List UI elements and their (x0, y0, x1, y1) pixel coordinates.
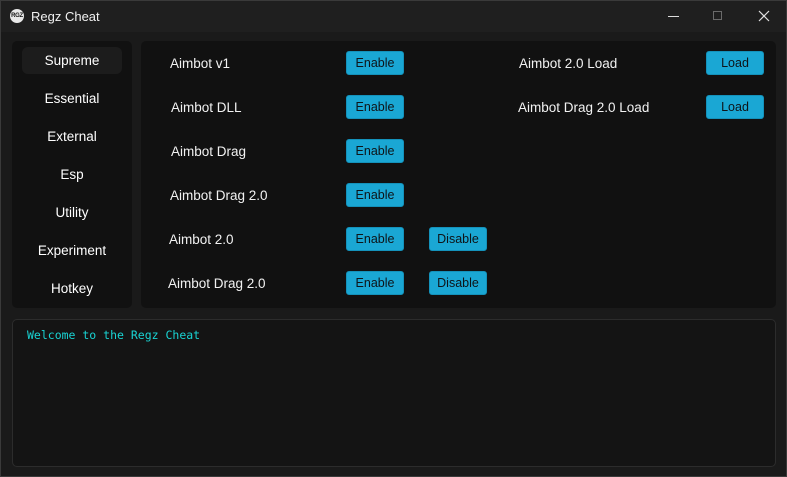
aimbot-drag-enable-button[interactable]: Enable (346, 139, 404, 163)
maximize-icon (713, 11, 722, 20)
minimize-button[interactable] (651, 1, 697, 32)
feature-label-aimbot-v1: Aimbot v1 (170, 56, 231, 71)
sidebar-item-external[interactable]: External (22, 123, 122, 150)
aimbot-drag-2-b-enable-button[interactable]: Enable (346, 271, 404, 295)
feature-label-aimbot-dll: Aimbot DLL (171, 100, 242, 115)
sidebar-item-supreme[interactable]: Supreme (22, 47, 122, 74)
aimbot-drag-2-b-disable-button[interactable]: Disable (429, 271, 487, 295)
feature-label-aimbot-drag-2-b: Aimbot Drag 2.0 (168, 276, 266, 291)
feature-label-aimbot-drag-2: Aimbot Drag 2.0 (170, 188, 268, 203)
sidebar-item-utility[interactable]: Utility (22, 199, 122, 226)
app-logo-icon: RGZ (10, 9, 24, 23)
aimbot-2-disable-button[interactable]: Disable (429, 227, 487, 251)
feature-label-aimbot-drag: Aimbot Drag (171, 144, 247, 159)
console-message: Welcome to the Regz Cheat (27, 328, 201, 342)
feature-label-aimbot-2: Aimbot 2.0 (169, 232, 234, 247)
minimize-icon (668, 16, 679, 17)
aimbot-v1-enable-button[interactable]: Enable (346, 51, 404, 75)
console-output[interactable]: Welcome to the Regz Cheat (12, 319, 776, 467)
close-icon (758, 10, 770, 22)
close-button[interactable] (741, 1, 787, 32)
aimbot-2-load-button[interactable]: Load (706, 51, 764, 75)
sidebar-item-hotkey[interactable]: Hotkey (22, 275, 122, 302)
sidebar-item-esp[interactable]: Esp (22, 161, 122, 188)
aimbot-dll-enable-button[interactable]: Enable (346, 95, 404, 119)
window-title: Regz Cheat (31, 9, 100, 24)
feature-label-aimbot-2-load: Aimbot 2.0 Load (519, 56, 618, 71)
app-window: RGZ Regz Cheat Supreme Essential Externa… (0, 0, 787, 477)
feature-panel: Aimbot v1 Enable Aimbot DLL Enable Aimbo… (141, 41, 776, 308)
maximize-button[interactable] (695, 1, 741, 32)
sidebar-item-experiment[interactable]: Experiment (22, 237, 122, 264)
aimbot-2-enable-button[interactable]: Enable (346, 227, 404, 251)
sidebar-item-essential[interactable]: Essential (22, 85, 122, 112)
sidebar: Supreme Essential External Esp Utility E… (12, 41, 132, 308)
feature-label-aimbot-drag-2-load: Aimbot Drag 2.0 Load (518, 100, 650, 115)
title-bar[interactable]: RGZ Regz Cheat (1, 1, 786, 32)
aimbot-drag-2-enable-button[interactable]: Enable (346, 183, 404, 207)
aimbot-drag-2-load-button[interactable]: Load (706, 95, 764, 119)
